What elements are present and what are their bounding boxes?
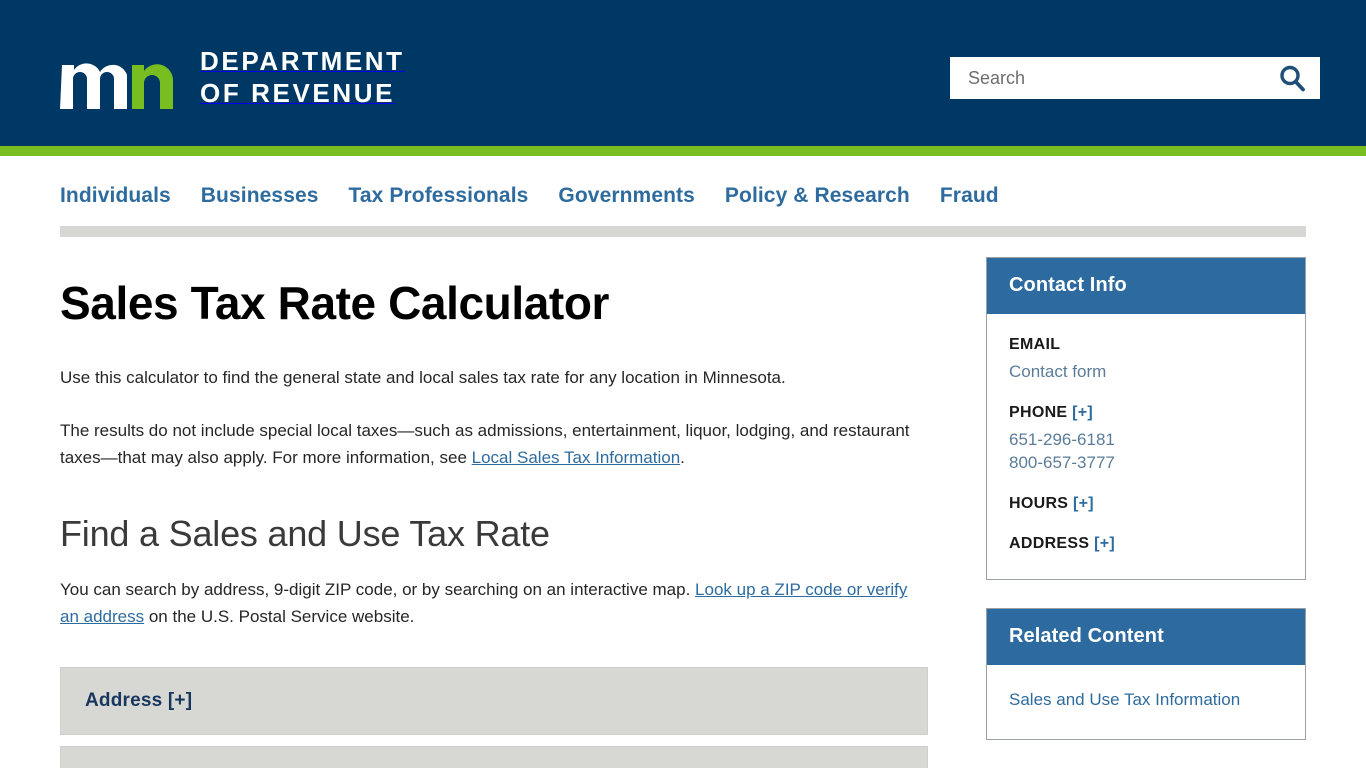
nav-item-businesses[interactable]: Businesses: [201, 184, 319, 208]
accordion-zip4[interactable]: Zip+4 [+]: [60, 745, 928, 768]
accordion-address-label: Address [+]: [85, 689, 193, 711]
accordion-address[interactable]: Address [+]: [60, 666, 928, 735]
contact-info-body: EMAIL Contact form PHONE [+] 651-296-618…: [987, 314, 1305, 579]
related-content-body: Sales and Use Tax Information: [987, 665, 1305, 739]
section-subtext-before-link: You can search by address, 9-digit ZIP c…: [60, 580, 696, 600]
main-content: Sales Tax Rate Calculator Use this calcu…: [60, 257, 928, 768]
primary-navigation-list: Individuals Businesses Tax Professionals…: [0, 184, 1366, 208]
disclaimer-paragraph: The results do not include special local…: [60, 417, 928, 471]
nav-item-policy-research[interactable]: Policy & Research: [725, 184, 910, 208]
logo-line-2: OF REVENUE: [200, 78, 396, 108]
contact-address-toggle[interactable]: [+]: [1094, 535, 1115, 552]
search-input[interactable]: [966, 57, 1274, 99]
sidebar: Contact Info EMAIL Contact form PHONE [+…: [986, 257, 1306, 768]
contact-address-label-text: ADDRESS: [1009, 535, 1090, 552]
section-subtext: You can search by address, 9-digit ZIP c…: [60, 577, 928, 630]
contact-email-label: EMAIL: [1009, 336, 1061, 353]
search-icon: [1280, 65, 1305, 92]
contact-phone-toggle[interactable]: [+]: [1072, 404, 1093, 421]
nav-item-fraud[interactable]: Fraud: [940, 184, 999, 208]
contact-form-link[interactable]: Contact form: [1009, 362, 1283, 382]
primary-navigation: Individuals Businesses Tax Professionals…: [0, 156, 1366, 237]
disclaimer-text-after-link: .: [680, 448, 685, 468]
related-content-link-sales-use-tax-information[interactable]: Sales and Use Tax Information: [1009, 687, 1283, 713]
contact-phone-label: PHONE [+]: [1009, 404, 1283, 422]
mn-logo-mark-icon: [60, 63, 173, 109]
nav-item-governments[interactable]: Governments: [558, 184, 694, 208]
intro-paragraph: Use this calculator to find the general …: [60, 367, 786, 387]
rate-lookup-accordions: Address [+] Zip+4 [+]: [60, 666, 928, 768]
contact-info-title: Contact Info: [987, 258, 1305, 314]
logo-wordmark: DEPARTMENT OF REVENUE: [200, 46, 405, 109]
section-subtext-after-link: on the U.S. Postal Service website.: [144, 607, 415, 626]
contact-hours-toggle[interactable]: [+]: [1073, 495, 1094, 512]
nav-item-individuals[interactable]: Individuals: [60, 184, 171, 208]
contact-phone-primary[interactable]: 651-296-6181: [1009, 430, 1283, 450]
contact-hours-label-text: HOURS: [1009, 495, 1069, 512]
site-logo-link[interactable]: DEPARTMENT OF REVENUE: [60, 45, 405, 111]
related-content-panel: Related Content Sales and Use Tax Inform…: [986, 608, 1306, 740]
brand-accent-bar: [0, 146, 1366, 156]
navigation-divider: [60, 226, 1306, 237]
contact-info-panel: Contact Info EMAIL Contact form PHONE [+…: [986, 257, 1306, 580]
local-sales-tax-information-link[interactable]: Local Sales Tax Information: [472, 448, 681, 467]
logo-line-1: DEPARTMENT: [200, 46, 405, 77]
contact-phone-tollfree[interactable]: 800-657-3777: [1009, 453, 1283, 473]
related-content-title: Related Content: [987, 609, 1305, 665]
site-search: [950, 57, 1320, 99]
nav-item-tax-professionals[interactable]: Tax Professionals: [349, 184, 529, 208]
page-title: Sales Tax Rate Calculator: [60, 277, 610, 329]
page-body: Sales Tax Rate Calculator Use this calcu…: [0, 237, 1366, 768]
search-submit-button[interactable]: [1274, 60, 1310, 96]
contact-address-label: ADDRESS [+]: [1009, 535, 1283, 553]
site-masthead: DEPARTMENT OF REVENUE: [0, 0, 1366, 146]
section-title-find-rate: Find a Sales and Use Tax Rate: [60, 513, 550, 555]
contact-phone-label-text: PHONE: [1009, 404, 1068, 421]
contact-hours-label: HOURS [+]: [1009, 495, 1283, 513]
